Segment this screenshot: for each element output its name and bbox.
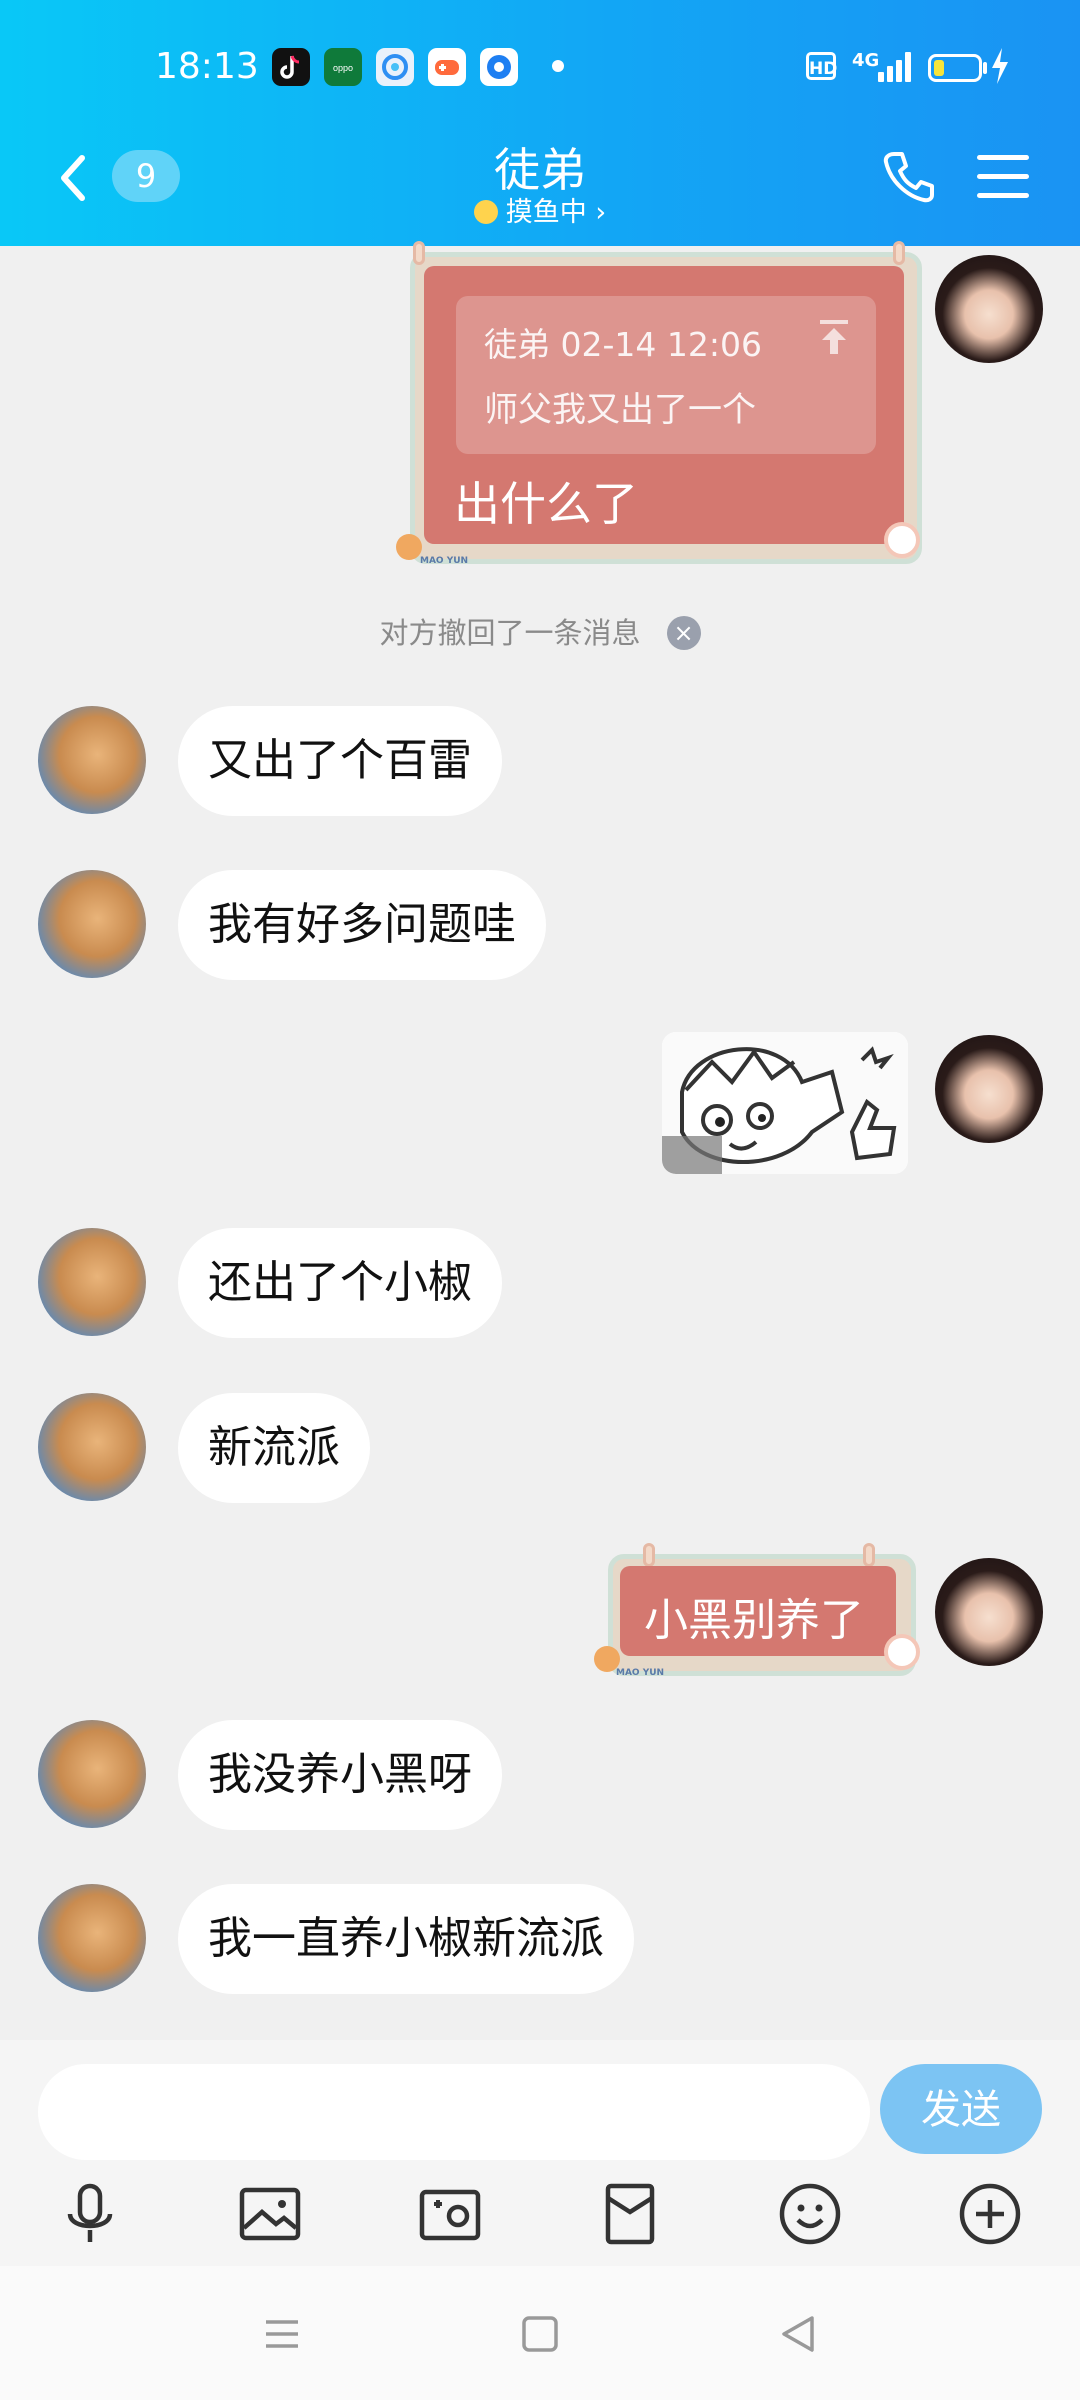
recent-apps-icon[interactable] <box>252 2304 312 2364</box>
quote-text: 师父我又出了一个 <box>484 390 756 430</box>
image-icon[interactable] <box>234 2178 306 2250</box>
input-bar: 发送 <box>0 2040 1080 2266</box>
theme-badge: MAO YUN <box>420 556 469 566</box>
message-text: 我一直养小椒新流派 <box>208 1913 604 1964</box>
avatar-me[interactable] <box>935 1035 1043 1143</box>
game-center-icon <box>428 48 466 86</box>
outgoing-message-bubble[interactable]: 徒弟 02-14 12:06 师父我又出了一个 出什么了 <box>424 266 904 544</box>
decoration-icon <box>396 534 422 560</box>
battery-icon <box>928 54 982 82</box>
recall-notice: 对方撤回了一条消息 × <box>0 610 1080 652</box>
theme-badge: MAO YUN <box>616 1668 665 1678</box>
plus-icon[interactable] <box>954 2178 1026 2250</box>
message-text: 出什么了 <box>454 477 638 531</box>
home-icon[interactable] <box>510 2304 570 2364</box>
incoming-message-bubble[interactable]: 我没养小黑呀 <box>178 1720 502 1830</box>
charging-icon <box>990 48 1010 93</box>
jump-to-message-icon[interactable] <box>816 318 852 356</box>
incoming-message-bubble[interactable]: 新流派 <box>178 1393 370 1503</box>
avatar-contact[interactable] <box>38 1720 146 1828</box>
close-icon[interactable]: × <box>666 616 701 650</box>
microphone-icon[interactable] <box>54 2178 126 2250</box>
avatar-me[interactable] <box>935 255 1043 363</box>
message-text: 新流派 <box>208 1422 340 1473</box>
emoji-icon[interactable] <box>774 2178 846 2250</box>
send-button[interactable]: 发送 <box>880 2064 1042 2154</box>
recall-text: 对方撤回了一条消息 <box>379 616 641 650</box>
back-icon[interactable] <box>768 2304 828 2364</box>
avatar-contact[interactable] <box>38 1884 146 1992</box>
quote-sender-time: 徒弟 02-14 12:06 <box>484 325 762 364</box>
incoming-message-bubble[interactable]: 又出了个百雷 <box>178 706 502 816</box>
decoration-icon <box>884 522 920 558</box>
message-text: 还出了个小椒 <box>208 1257 472 1308</box>
avatar-contact[interactable] <box>38 1228 146 1336</box>
avatar-me[interactable] <box>935 1558 1043 1666</box>
message-text: 又出了个百雷 <box>208 735 472 786</box>
incoming-message-bubble[interactable]: 我有好多问题哇 <box>178 870 546 980</box>
oppo-icon: oppo <box>324 48 362 86</box>
message-text: 小黑别养了 <box>644 1595 864 1646</box>
menu-icon[interactable] <box>977 155 1029 199</box>
camera-app-icon <box>480 48 518 86</box>
message-text: 我有好多问题哇 <box>208 899 516 950</box>
red-packet-icon[interactable] <box>594 2178 666 2250</box>
chat-header: 18:13 oppo HD 4G 9 徒弟 摸鱼中 › <box>0 0 1080 246</box>
status-text: 摸鱼中 <box>505 197 587 228</box>
message-text: 我没养小黑呀 <box>208 1749 472 1800</box>
hd-badge: HD <box>806 52 837 80</box>
avatar-contact[interactable] <box>38 706 146 814</box>
svg-text:oppo: oppo <box>333 63 353 73</box>
outgoing-message-bubble[interactable]: 小黑别养了 <box>620 1566 896 1656</box>
camera-icon[interactable] <box>414 2178 486 2250</box>
message-input[interactable] <box>38 2064 870 2160</box>
status-emoji-icon <box>473 200 498 224</box>
phone-call-icon[interactable] <box>880 148 938 206</box>
chevron-right-icon: › <box>595 197 607 228</box>
quoted-message[interactable]: 徒弟 02-14 12:06 师父我又出了一个 <box>456 296 876 454</box>
avatar-contact[interactable] <box>38 870 146 978</box>
tiktok-icon <box>272 48 310 86</box>
decoration-icon <box>884 1634 920 1670</box>
avatar-contact[interactable] <box>38 1393 146 1501</box>
notification-dot <box>552 60 564 72</box>
signal-icon <box>872 52 911 82</box>
status-time: 18:13 <box>155 46 259 87</box>
sticker-image[interactable] <box>662 1032 908 1174</box>
qq-browser-icon <box>376 48 414 86</box>
incoming-message-bubble[interactable]: 还出了个小椒 <box>178 1228 502 1338</box>
system-nav-bar <box>0 2266 1080 2400</box>
incoming-message-bubble[interactable]: 我一直养小椒新流派 <box>178 1884 634 1994</box>
